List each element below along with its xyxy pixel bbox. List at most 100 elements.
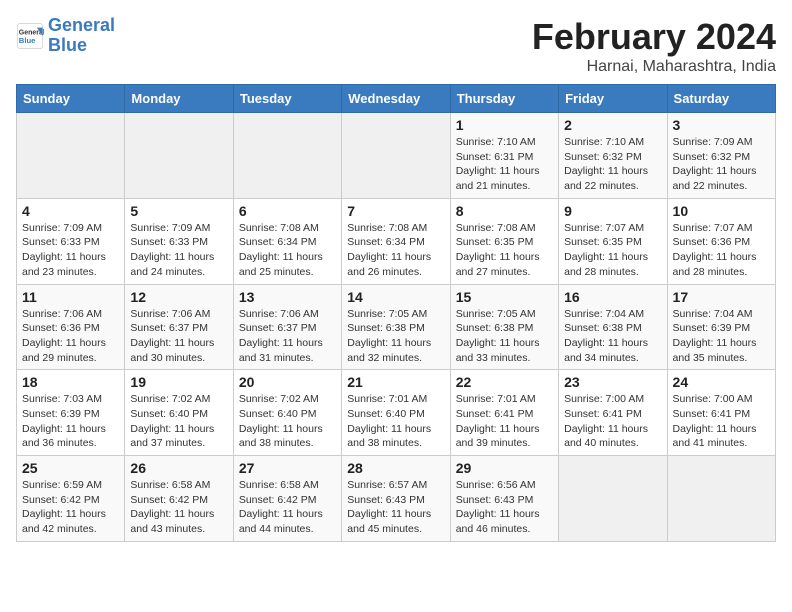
day-number: 10 — [673, 203, 770, 219]
day-number: 9 — [564, 203, 661, 219]
weekday-header-thursday: Thursday — [450, 85, 558, 113]
calendar-cell: 25 Sunrise: 6:59 AM Sunset: 6:42 PM Dayli… — [17, 456, 125, 542]
location-subtitle: Harnai, Maharashtra, India — [532, 58, 776, 76]
day-number: 1 — [456, 117, 553, 133]
day-info: Sunrise: 6:59 AM Sunset: 6:42 PM Dayligh… — [22, 478, 119, 537]
calendar-cell — [559, 456, 667, 542]
day-info: Sunrise: 7:00 AM Sunset: 6:41 PM Dayligh… — [564, 392, 661, 451]
day-info: Sunrise: 7:02 AM Sunset: 6:40 PM Dayligh… — [130, 392, 227, 451]
day-number: 23 — [564, 374, 661, 390]
calendar-cell: 24 Sunrise: 7:00 AM Sunset: 6:41 PM Dayli… — [667, 370, 775, 456]
calendar-cell: 26 Sunrise: 6:58 AM Sunset: 6:42 PM Dayli… — [125, 456, 233, 542]
day-info: Sunrise: 7:10 AM Sunset: 6:31 PM Dayligh… — [456, 135, 553, 194]
calendar-cell — [233, 113, 341, 199]
calendar-cell: 18 Sunrise: 7:03 AM Sunset: 6:39 PM Dayli… — [17, 370, 125, 456]
day-number: 24 — [673, 374, 770, 390]
day-info: Sunrise: 7:09 AM Sunset: 6:33 PM Dayligh… — [130, 221, 227, 280]
day-number: 16 — [564, 289, 661, 305]
week-row-3: 11 Sunrise: 7:06 AM Sunset: 6:36 PM Dayli… — [17, 284, 776, 370]
day-number: 12 — [130, 289, 227, 305]
calendar-cell: 16 Sunrise: 7:04 AM Sunset: 6:38 PM Dayli… — [559, 284, 667, 370]
calendar-cell: 10 Sunrise: 7:07 AM Sunset: 6:36 PM Dayli… — [667, 198, 775, 284]
calendar-cell: 1 Sunrise: 7:10 AM Sunset: 6:31 PM Daylig… — [450, 113, 558, 199]
day-info: Sunrise: 7:08 AM Sunset: 6:34 PM Dayligh… — [347, 221, 444, 280]
calendar-cell: 5 Sunrise: 7:09 AM Sunset: 6:33 PM Daylig… — [125, 198, 233, 284]
day-info: Sunrise: 7:10 AM Sunset: 6:32 PM Dayligh… — [564, 135, 661, 194]
day-number: 25 — [22, 460, 119, 476]
day-number: 19 — [130, 374, 227, 390]
day-info: Sunrise: 7:07 AM Sunset: 6:35 PM Dayligh… — [564, 221, 661, 280]
weekday-header-monday: Monday — [125, 85, 233, 113]
week-row-2: 4 Sunrise: 7:09 AM Sunset: 6:33 PM Daylig… — [17, 198, 776, 284]
calendar-cell: 17 Sunrise: 7:04 AM Sunset: 6:39 PM Dayli… — [667, 284, 775, 370]
title-area: February 2024 Harnai, Maharashtra, India — [532, 16, 776, 76]
calendar-cell: 19 Sunrise: 7:02 AM Sunset: 6:40 PM Dayli… — [125, 370, 233, 456]
weekday-header-sunday: Sunday — [17, 85, 125, 113]
day-info: Sunrise: 7:01 AM Sunset: 6:41 PM Dayligh… — [456, 392, 553, 451]
calendar-cell: 4 Sunrise: 7:09 AM Sunset: 6:33 PM Daylig… — [17, 198, 125, 284]
day-number: 5 — [130, 203, 227, 219]
day-info: Sunrise: 6:57 AM Sunset: 6:43 PM Dayligh… — [347, 478, 444, 537]
day-info: Sunrise: 7:04 AM Sunset: 6:38 PM Dayligh… — [564, 307, 661, 366]
day-info: Sunrise: 7:08 AM Sunset: 6:34 PM Dayligh… — [239, 221, 336, 280]
day-info: Sunrise: 7:07 AM Sunset: 6:36 PM Dayligh… — [673, 221, 770, 280]
weekday-header-friday: Friday — [559, 85, 667, 113]
day-number: 20 — [239, 374, 336, 390]
calendar-cell: 23 Sunrise: 7:00 AM Sunset: 6:41 PM Dayli… — [559, 370, 667, 456]
day-info: Sunrise: 7:06 AM Sunset: 6:37 PM Dayligh… — [130, 307, 227, 366]
calendar-cell: 8Sunrise: 7:08 AM Sunset: 6:35 PM Daylig… — [450, 198, 558, 284]
calendar-table: SundayMondayTuesdayWednesdayThursdayFrid… — [16, 84, 776, 542]
day-number: 11 — [22, 289, 119, 305]
day-number: 17 — [673, 289, 770, 305]
day-number: 6 — [239, 203, 336, 219]
calendar-cell — [17, 113, 125, 199]
calendar-cell — [667, 456, 775, 542]
calendar-cell: 11 Sunrise: 7:06 AM Sunset: 6:36 PM Dayli… — [17, 284, 125, 370]
day-number: 2 — [564, 117, 661, 133]
weekday-header-tuesday: Tuesday — [233, 85, 341, 113]
day-info: Sunrise: 7:02 AM Sunset: 6:40 PM Dayligh… — [239, 392, 336, 451]
calendar-cell: 15 Sunrise: 7:05 AM Sunset: 6:38 PM Dayli… — [450, 284, 558, 370]
day-number: 3 — [673, 117, 770, 133]
day-info: Sunrise: 7:01 AM Sunset: 6:40 PM Dayligh… — [347, 392, 444, 451]
calendar-cell: 9 Sunrise: 7:07 AM Sunset: 6:35 PM Daylig… — [559, 198, 667, 284]
day-number: 15 — [456, 289, 553, 305]
calendar-cell: 12 Sunrise: 7:06 AM Sunset: 6:37 PM Dayli… — [125, 284, 233, 370]
day-number: 28 — [347, 460, 444, 476]
calendar-cell: 21 Sunrise: 7:01 AM Sunset: 6:40 PM Dayli… — [342, 370, 450, 456]
day-info: Sunrise: 7:06 AM Sunset: 6:37 PM Dayligh… — [239, 307, 336, 366]
day-info: Sunrise: 7:05 AM Sunset: 6:38 PM Dayligh… — [456, 307, 553, 366]
day-info: Sunrise: 6:58 AM Sunset: 6:42 PM Dayligh… — [239, 478, 336, 537]
day-number: 29 — [456, 460, 553, 476]
day-info: Sunrise: 7:06 AM Sunset: 6:36 PM Dayligh… — [22, 307, 119, 366]
day-number: 26 — [130, 460, 227, 476]
calendar-cell: 7 Sunrise: 7:08 AM Sunset: 6:34 PM Daylig… — [342, 198, 450, 284]
day-info: Sunrise: 6:58 AM Sunset: 6:42 PM Dayligh… — [130, 478, 227, 537]
calendar-cell: 2 Sunrise: 7:10 AM Sunset: 6:32 PM Daylig… — [559, 113, 667, 199]
calendar-cell — [342, 113, 450, 199]
weekday-header-saturday: Saturday — [667, 85, 775, 113]
calendar-cell: 29Sunrise: 6:56 AM Sunset: 6:43 PM Dayli… — [450, 456, 558, 542]
day-number: 13 — [239, 289, 336, 305]
logo: General Blue GeneralBlue — [16, 16, 115, 56]
day-info: Sunrise: 7:05 AM Sunset: 6:38 PM Dayligh… — [347, 307, 444, 366]
calendar-cell: 3 Sunrise: 7:09 AM Sunset: 6:32 PM Daylig… — [667, 113, 775, 199]
day-info: Sunrise: 7:09 AM Sunset: 6:33 PM Dayligh… — [22, 221, 119, 280]
month-title: February 2024 — [532, 16, 776, 58]
weekday-header-wednesday: Wednesday — [342, 85, 450, 113]
day-number: 14 — [347, 289, 444, 305]
calendar-cell: 27Sunrise: 6:58 AM Sunset: 6:42 PM Dayli… — [233, 456, 341, 542]
week-row-4: 18 Sunrise: 7:03 AM Sunset: 6:39 PM Dayli… — [17, 370, 776, 456]
day-number: 22 — [456, 374, 553, 390]
day-number: 21 — [347, 374, 444, 390]
day-info: Sunrise: 7:00 AM Sunset: 6:41 PM Dayligh… — [673, 392, 770, 451]
day-number: 18 — [22, 374, 119, 390]
day-number: 8 — [456, 203, 553, 219]
day-info: Sunrise: 7:04 AM Sunset: 6:39 PM Dayligh… — [673, 307, 770, 366]
day-number: 7 — [347, 203, 444, 219]
day-number: 4 — [22, 203, 119, 219]
day-info: Sunrise: 7:09 AM Sunset: 6:32 PM Dayligh… — [673, 135, 770, 194]
calendar-cell: 20 Sunrise: 7:02 AM Sunset: 6:40 PM Dayli… — [233, 370, 341, 456]
svg-text:Blue: Blue — [19, 36, 36, 45]
day-info: Sunrise: 7:03 AM Sunset: 6:39 PM Dayligh… — [22, 392, 119, 451]
